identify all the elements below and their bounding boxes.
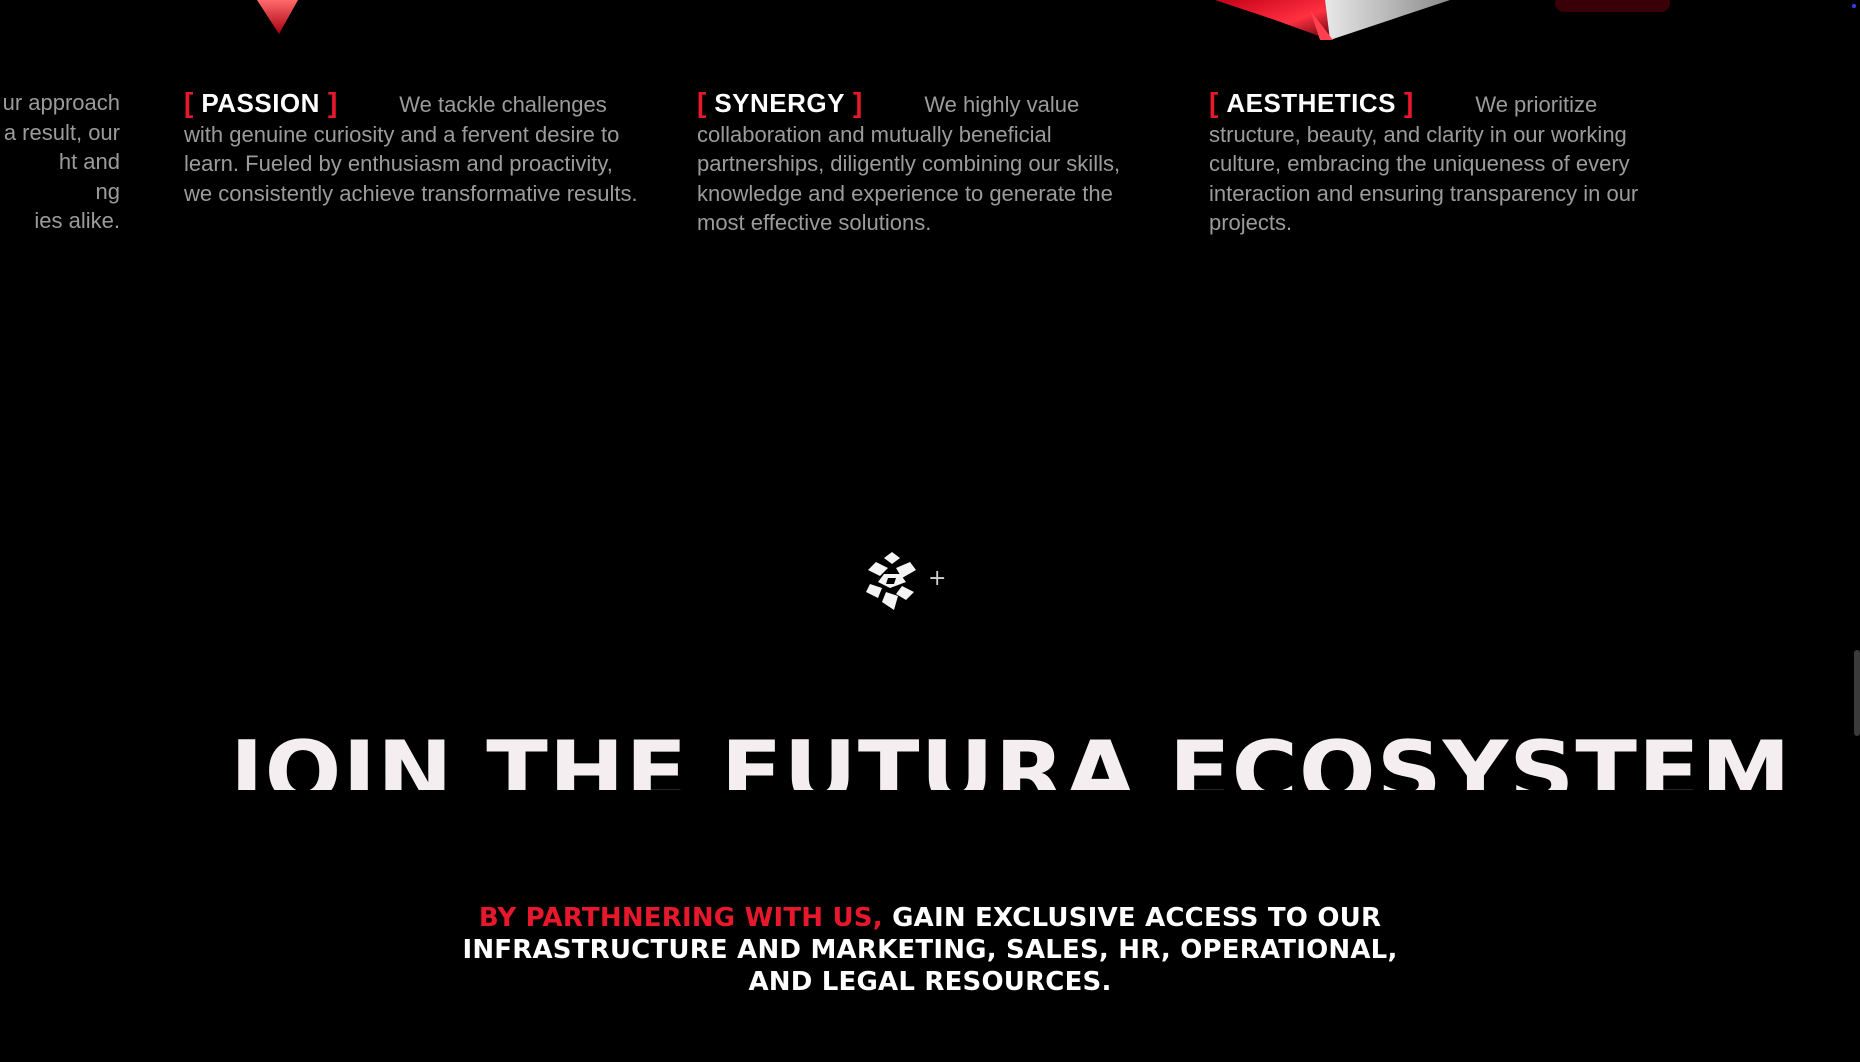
decorative-red-pill bbox=[1555, 0, 1670, 12]
value-partial-line: ur approach bbox=[2, 90, 120, 115]
value-aesthetics: [AESTHETICS] We prioritize structure, be… bbox=[1209, 88, 1669, 238]
bracket-close: ] bbox=[327, 87, 338, 118]
decorative-shape-left bbox=[257, 0, 298, 34]
plus-icon[interactable]: + bbox=[928, 568, 946, 590]
value-lead-synergy: We highly value bbox=[924, 92, 1080, 117]
value-partial-line: ies alike. bbox=[34, 208, 120, 233]
decorative-shape-right bbox=[1215, 0, 1450, 40]
value-title-passion: PASSION bbox=[201, 88, 320, 118]
bracket-close: ] bbox=[852, 87, 863, 118]
value-body-synergy: collaboration and mutually beneficial pa… bbox=[697, 121, 1121, 236]
bracket-open: [ bbox=[1209, 87, 1219, 118]
value-partial-line: a result, our bbox=[3, 119, 120, 145]
value-heading: [PASSION] bbox=[184, 88, 337, 120]
join-subline-accent: BY PARTHNERING WITH US, bbox=[478, 903, 883, 933]
join-subline: BY PARTHNERING WITH US, GAIN EXCLUSIVE A… bbox=[430, 902, 1430, 998]
value-partial-line: ng bbox=[95, 178, 120, 204]
value-partial-line: ht and bbox=[58, 149, 120, 174]
value-body-passion: with genuine curiosity and a fervent des… bbox=[184, 121, 638, 206]
headline-clip: JOIN THE FUTURA ECOSYSTEM bbox=[0, 730, 1860, 790]
value-body-aesthetics: structure, beauty, and clarity in our wo… bbox=[1209, 121, 1639, 236]
value-lead-passion: We tackle challenges bbox=[399, 92, 607, 117]
scrollbar[interactable] bbox=[1852, 0, 1860, 1062]
value-title-synergy: SYNERGY bbox=[714, 88, 845, 118]
value-passion: [PASSION] We tackle challenges with genu… bbox=[184, 88, 644, 208]
value-title-aesthetics: AESTHETICS bbox=[1226, 88, 1397, 118]
page: ur approach a result, our ht and ng ies … bbox=[0, 0, 1860, 1062]
value-synergy: [SYNERGY] We highly value collaboration … bbox=[697, 88, 1157, 238]
futura-logo-icon bbox=[866, 552, 916, 610]
value-lead-aesthetics: We prioritize bbox=[1475, 92, 1598, 117]
value-heading: [AESTHETICS] bbox=[1209, 88, 1413, 120]
bracket-open: [ bbox=[184, 87, 194, 118]
value-partial-left: ur approach a result, our ht and ng ies … bbox=[0, 88, 120, 236]
bracket-open: [ bbox=[697, 87, 707, 118]
value-heading: [SYNERGY] bbox=[697, 88, 862, 120]
join-headline: JOIN THE FUTURA ECOSYSTEM bbox=[230, 730, 1792, 790]
bracket-close: ] bbox=[1404, 87, 1414, 118]
scrollbar-thumb[interactable] bbox=[1854, 650, 1860, 736]
